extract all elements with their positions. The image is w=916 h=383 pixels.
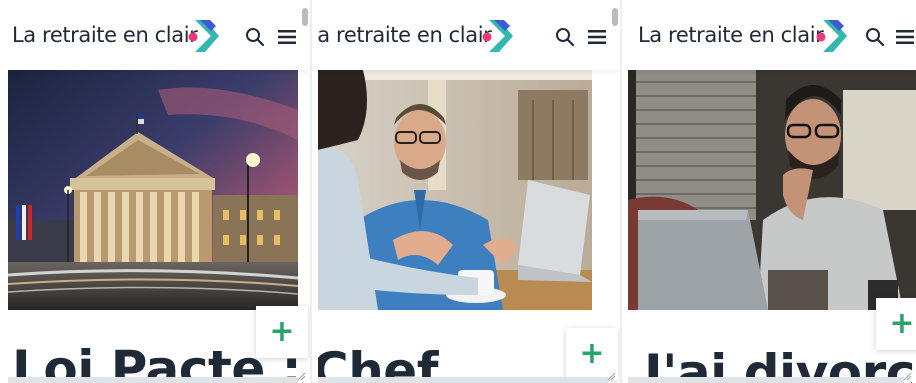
scrollbar-thumb[interactable] (612, 8, 618, 26)
site-header: La retraite en clair (8, 0, 310, 70)
article-image (318, 70, 592, 310)
article-image (8, 70, 298, 310)
window-separator (620, 0, 622, 383)
screen-1: La retraite en clair + Loi Pacte: (8, 0, 310, 383)
add-button[interactable]: + (256, 306, 308, 358)
search-icon[interactable] (554, 26, 576, 48)
menu-icon[interactable] (586, 26, 608, 48)
brand-name[interactable]: La retraite en clair (12, 23, 198, 47)
search-icon[interactable] (864, 26, 886, 48)
menu-icon[interactable] (894, 26, 916, 48)
site-header: La retraite en clair (318, 0, 620, 70)
add-button[interactable]: + (876, 298, 916, 350)
brand-name[interactable]: La retraite en clair (638, 23, 824, 47)
screen-3: La retraite en clair + J'ai divorc (628, 0, 916, 383)
resize-handle-icon[interactable] (296, 371, 306, 381)
horizontal-scrollbar[interactable] (628, 377, 904, 383)
horizontal-scrollbar[interactable] (318, 377, 608, 383)
brand-name[interactable]: La retraite en clair (318, 23, 492, 47)
menu-icon[interactable] (276, 26, 298, 48)
logo-arrow-icon[interactable] (480, 16, 516, 56)
window-separator (310, 0, 312, 383)
screen-2: La retraite en clair + Chef (318, 0, 620, 383)
logo-arrow-icon[interactable] (186, 16, 222, 56)
site-header: La retraite en clair (628, 0, 916, 70)
horizontal-scrollbar[interactable] (8, 377, 298, 383)
article-image (628, 70, 916, 310)
resize-handle-icon[interactable] (606, 371, 616, 381)
search-icon[interactable] (244, 26, 266, 48)
scrollbar-thumb[interactable] (302, 8, 308, 26)
logo-arrow-icon[interactable] (814, 16, 850, 56)
resize-handle-icon[interactable] (902, 371, 912, 381)
